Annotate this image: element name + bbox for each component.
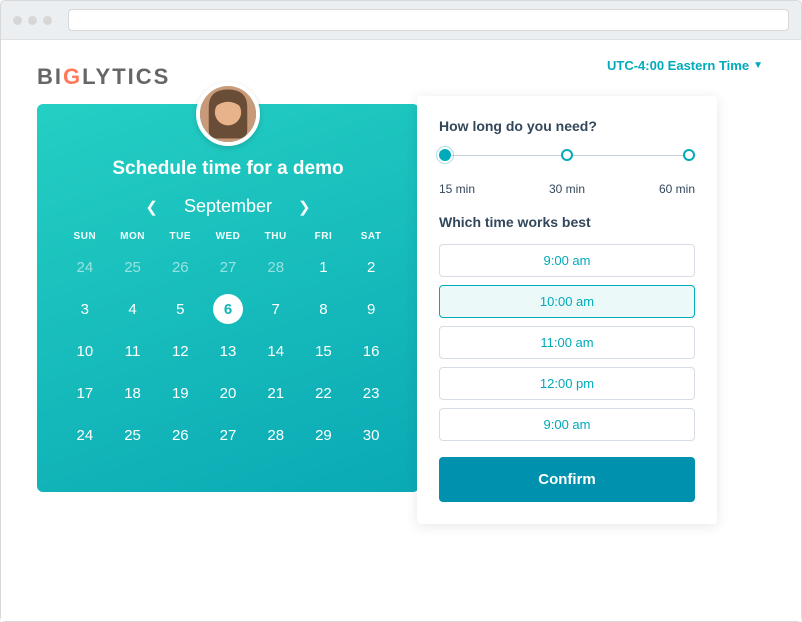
calendar-day[interactable]: 13: [204, 336, 252, 366]
calendar-day[interactable]: 16: [347, 336, 395, 366]
calendar-day[interactable]: 18: [109, 378, 157, 408]
weekday-label: SAT: [347, 231, 395, 242]
browser-window: UTC-4:00 Eastern Time ▼ BIGLYTICS Schedu…: [0, 0, 802, 622]
time-option[interactable]: 12:00 pm: [439, 367, 695, 400]
time-option[interactable]: 9:00 am: [439, 408, 695, 441]
calendar-day[interactable]: 26: [156, 420, 204, 450]
calendar-day[interactable]: 11: [109, 336, 157, 366]
calendar-week: 24252627282930: [61, 420, 395, 450]
time-options: 9:00 am 10:00 am 11:00 am 12:00 pm 9:00 am: [439, 244, 695, 441]
calendar-day[interactable]: 27: [204, 420, 252, 450]
calendar-week: 10111213141516: [61, 336, 395, 366]
calendar-week: 242526272812: [61, 252, 395, 282]
traffic-light-icon: [13, 16, 22, 25]
next-month-button[interactable]: ❯: [298, 198, 311, 216]
calendar-day[interactable]: 25: [109, 252, 157, 282]
weekday-label: SUN: [61, 231, 109, 242]
calendar-day[interactable]: 20: [204, 378, 252, 408]
brand-text: LYTICS: [82, 64, 170, 90]
duration-option-15[interactable]: [439, 149, 451, 161]
calendar-day[interactable]: 22: [300, 378, 348, 408]
calendar-week: 17181920212223: [61, 378, 395, 408]
duration-option-30[interactable]: [561, 149, 573, 161]
avatar: [196, 82, 260, 146]
calendar-day[interactable]: 5: [156, 294, 204, 324]
calendar-day[interactable]: 23: [347, 378, 395, 408]
page-content: UTC-4:00 Eastern Time ▼ BIGLYTICS Schedu…: [1, 40, 801, 621]
prev-month-button[interactable]: ❮: [145, 198, 158, 216]
time-option[interactable]: 10:00 am: [439, 285, 695, 318]
calendar-day[interactable]: 28: [252, 252, 300, 282]
duration-labels: 15 min 30 min 60 min: [439, 182, 695, 196]
duration-label: 30 min: [549, 182, 585, 196]
calendar-day[interactable]: 3: [61, 294, 109, 324]
booking-panel: How long do you need? 15 min 30 min 60 m…: [417, 96, 717, 524]
weekday-label: TUE: [156, 231, 204, 242]
calendar-day[interactable]: 29: [300, 420, 348, 450]
time-option[interactable]: 11:00 am: [439, 326, 695, 359]
calendar-day[interactable]: 12: [156, 336, 204, 366]
calendar-grid: 2425262728123456789101112131415161718192…: [61, 252, 395, 450]
duration-question: How long do you need?: [439, 118, 695, 134]
calendar-day[interactable]: 9: [347, 294, 395, 324]
calendar-day[interactable]: 4: [109, 294, 157, 324]
browser-chrome: [1, 1, 801, 40]
time-question: Which time works best: [439, 214, 695, 230]
calendar-week: 3456789: [61, 294, 395, 324]
avatar-image: [200, 86, 256, 142]
calendar-day[interactable]: 19: [156, 378, 204, 408]
calendar-day[interactable]: 14: [252, 336, 300, 366]
calendar-day[interactable]: 25: [109, 420, 157, 450]
brand-accent: G: [63, 64, 82, 90]
duration-option-60[interactable]: [683, 149, 695, 161]
weekday-label: THU: [252, 231, 300, 242]
calendar-day[interactable]: 1: [300, 252, 348, 282]
chevron-down-icon: ▼: [753, 60, 763, 71]
month-label: September: [184, 196, 272, 217]
url-bar[interactable]: [68, 9, 789, 31]
calendar-day[interactable]: 27: [204, 252, 252, 282]
calendar-day[interactable]: 15: [300, 336, 348, 366]
weekday-label: FRI: [300, 231, 348, 242]
calendar-day[interactable]: 30: [347, 420, 395, 450]
duration-slider: [439, 148, 695, 178]
traffic-light-icon: [43, 16, 52, 25]
brand-text: BI: [37, 64, 63, 90]
timezone-selector[interactable]: UTC-4:00 Eastern Time ▼: [607, 58, 763, 73]
calendar-title: Schedule time for a demo: [61, 158, 395, 180]
weekday-label: WED: [204, 231, 252, 242]
confirm-button[interactable]: Confirm: [439, 457, 695, 502]
weekday-header: SUNMONTUEWEDTHUFRISAT: [61, 231, 395, 242]
traffic-light-icon: [28, 16, 37, 25]
calendar-day[interactable]: 28: [252, 420, 300, 450]
calendar-day[interactable]: 6: [213, 294, 243, 324]
weekday-label: MON: [109, 231, 157, 242]
month-nav: ❮ September ❯: [61, 196, 395, 217]
calendar-day[interactable]: 7: [252, 294, 300, 324]
calendar-card: Schedule time for a demo ❮ September ❯ S…: [37, 104, 419, 492]
time-option[interactable]: 9:00 am: [439, 244, 695, 277]
duration-label: 60 min: [659, 182, 695, 196]
duration-label: 15 min: [439, 182, 475, 196]
calendar-day[interactable]: 26: [156, 252, 204, 282]
calendar-day[interactable]: 24: [61, 420, 109, 450]
timezone-label: UTC-4:00 Eastern Time: [607, 58, 749, 73]
calendar-day[interactable]: 8: [300, 294, 348, 324]
calendar-day[interactable]: 24: [61, 252, 109, 282]
calendar-day[interactable]: 2: [347, 252, 395, 282]
calendar-day[interactable]: 10: [61, 336, 109, 366]
calendar-day[interactable]: 21: [252, 378, 300, 408]
calendar-day[interactable]: 17: [61, 378, 109, 408]
